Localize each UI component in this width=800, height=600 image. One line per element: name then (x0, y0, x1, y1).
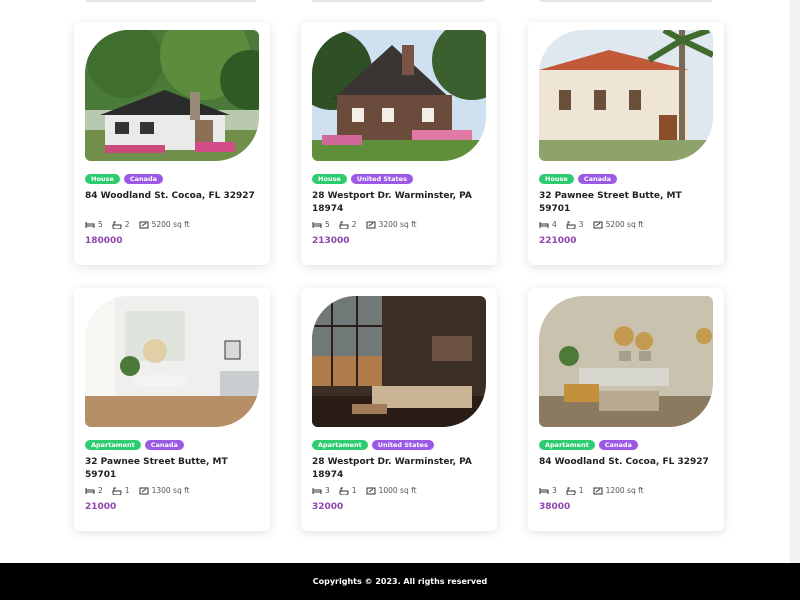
bath-icon (339, 221, 349, 229)
listing-address[interactable]: 28 Westport Dr. Warminster, PA 18974 (312, 456, 487, 482)
listing-address[interactable]: 32 Pawnee Street Butte, MT 59701 (85, 456, 260, 482)
baths-count: 1 (351, 486, 357, 495)
property-type-badge: House (312, 174, 347, 184)
listing-card[interactable]: House Canada 32 Pawnee Street Butte, MT … (528, 22, 724, 265)
listing-photo[interactable] (539, 30, 713, 161)
listing-address[interactable]: 28 Westport Dr. Warminster, PA 18974 (312, 190, 487, 216)
listing-card[interactable]: House United States 28 Westport Dr. Warm… (301, 22, 497, 265)
bed-icon (85, 487, 95, 494)
bath-icon (566, 487, 576, 495)
property-type-badge: Apartament (85, 440, 141, 450)
beds-count: 4 (552, 220, 557, 229)
bath-icon (566, 221, 576, 229)
listing-price: 221000 (539, 236, 577, 246)
bed-icon (539, 487, 549, 494)
listing-card[interactable]: Apartament Canada 32 Pawnee Street Butte… (74, 288, 270, 531)
area-icon (366, 487, 376, 494)
bath-icon (112, 487, 122, 495)
property-type-badge: Apartament (312, 440, 368, 450)
area-value: 5200 sq ft (151, 220, 190, 229)
listing-address[interactable]: 84 Woodland St. Cocoa, FL 32927 (85, 190, 260, 203)
area-icon (366, 221, 376, 228)
area-icon (593, 221, 603, 228)
beds-count: 5 (98, 220, 103, 229)
listing-price: 21000 (85, 502, 117, 512)
beds-count: 5 (325, 220, 330, 229)
listing-address[interactable]: 84 Woodland St. Cocoa, FL 32927 (539, 456, 714, 469)
area-value: 1000 sq ft (378, 486, 417, 495)
listing-photo[interactable] (312, 296, 486, 427)
copyright-text: Copyrights © 2023. All rigths reserved (312, 577, 488, 586)
listing-card[interactable]: Apartament Canada 84 Woodland St. Cocoa,… (528, 288, 724, 531)
beds-count: 2 (98, 486, 103, 495)
bed-icon (312, 221, 322, 228)
listing-photo[interactable] (312, 30, 486, 161)
listing-price: 32000 (312, 502, 344, 512)
listing-photo[interactable] (539, 296, 713, 427)
baths-count: 2 (124, 220, 130, 229)
page-scrollbar[interactable] (790, 0, 800, 563)
beds-count: 3 (552, 486, 557, 495)
footer: Copyrights © 2023. All rigths reserved (0, 563, 800, 600)
area-value: 5200 sq ft (605, 220, 644, 229)
property-type-badge: House (85, 174, 120, 184)
area-value: 1200 sq ft (605, 486, 644, 495)
country-badge: United States (350, 174, 413, 184)
area-icon (139, 221, 149, 228)
listing-card[interactable]: Apartament United States 28 Westport Dr.… (301, 288, 497, 531)
country-badge: United States (371, 440, 434, 450)
listing-photo[interactable] (85, 296, 259, 427)
baths-count: 2 (351, 220, 357, 229)
listing-card[interactable]: House Canada 84 Woodland St. Cocoa, FL 3… (74, 22, 270, 265)
country-badge: Canada (123, 174, 164, 184)
listing-photo[interactable] (85, 30, 259, 161)
bath-icon (339, 487, 349, 495)
area-value: 3200 sq ft (378, 220, 417, 229)
bath-icon (112, 221, 122, 229)
listing-price: 180000 (85, 236, 123, 246)
property-type-badge: Apartament (539, 440, 595, 450)
bed-icon (85, 221, 95, 228)
bed-icon (539, 221, 549, 228)
beds-count: 3 (325, 486, 330, 495)
listing-address[interactable]: 32 Pawnee Street Butte, MT 59701 (539, 190, 714, 216)
bed-icon (312, 487, 322, 494)
country-badge: Canada (577, 174, 618, 184)
country-badge: Canada (598, 440, 638, 450)
area-icon (593, 487, 603, 494)
listing-price: 213000 (312, 236, 350, 246)
baths-count: 1 (124, 486, 130, 495)
listing-price: 38000 (539, 502, 571, 512)
country-badge: Canada (144, 440, 184, 450)
baths-count: 1 (578, 486, 584, 495)
area-value: 1300 sq ft (151, 486, 190, 495)
property-type-badge: House (539, 174, 574, 184)
area-icon (139, 487, 149, 494)
baths-count: 3 (578, 220, 584, 229)
